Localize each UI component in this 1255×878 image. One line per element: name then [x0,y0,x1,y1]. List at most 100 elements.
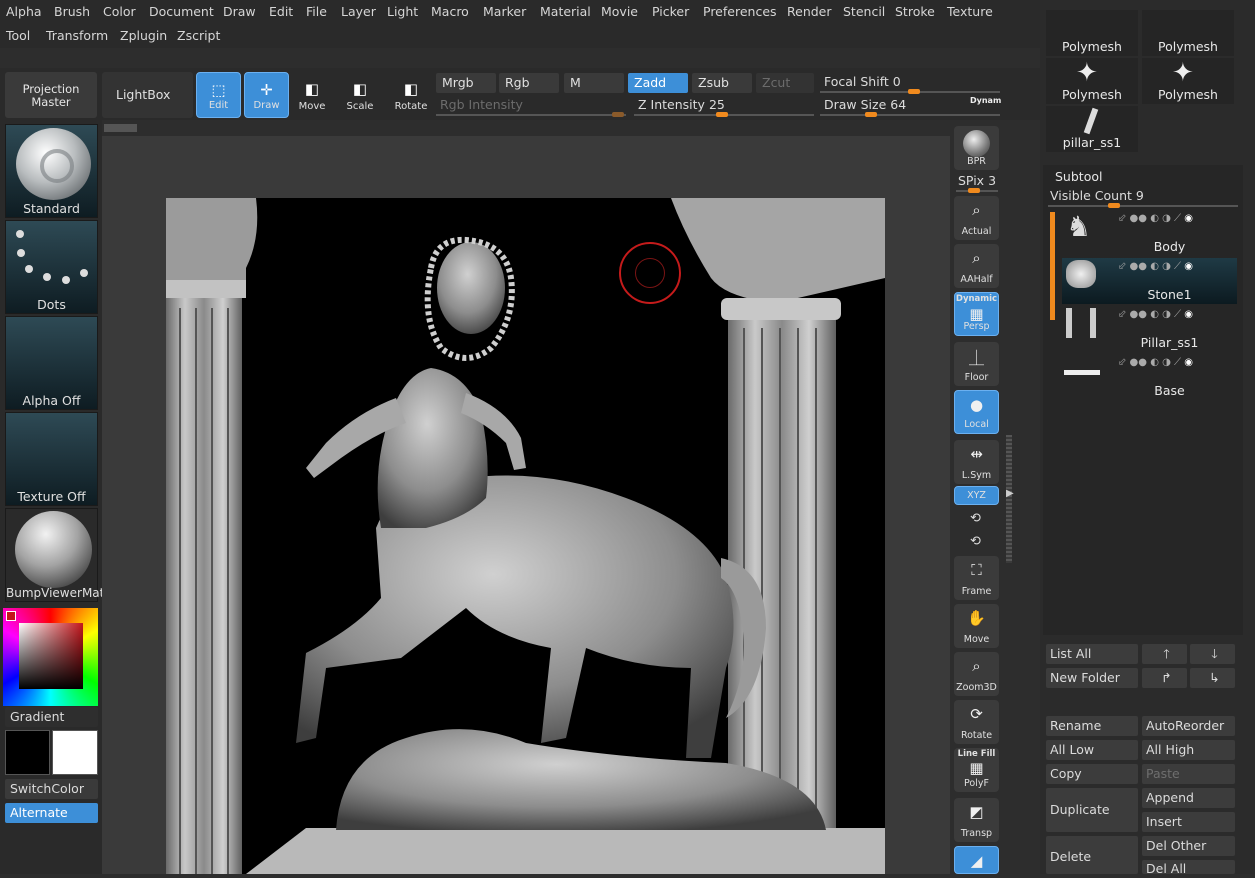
local-button[interactable]: ● Local [954,390,999,434]
subtool-item-stone[interactable]: ⬃ ●● ◐ ◑ ⟋ ◉ Stone1 [1062,258,1237,304]
zsub-button[interactable]: Zsub [692,73,752,93]
tool-polymesh-2[interactable]: Polymesh [1142,10,1234,56]
draw-size-track[interactable] [820,114,1000,116]
menu-preferences[interactable]: Preferences [703,1,777,23]
draw-size-knob[interactable] [865,112,877,117]
main-color-swatch[interactable] [5,730,50,775]
gradient-button[interactable]: Gradient [5,707,98,727]
menu-stroke[interactable]: Stroke [895,1,935,23]
menu-tool[interactable]: Tool [6,25,30,47]
menu-marker[interactable]: Marker [483,1,526,23]
strip-scrollbar[interactable] [1006,435,1012,563]
menu-color[interactable]: Color [103,1,136,23]
all-high-button[interactable]: All High [1142,740,1235,760]
switch-color-button[interactable]: SwitchColor [5,779,98,799]
canvas-move-button[interactable]: ✋ Move [954,604,999,648]
menu-alpha[interactable]: Alpha [6,1,42,23]
menu-draw[interactable]: Draw [223,1,256,23]
new-folder-button[interactable]: New Folder [1046,668,1138,688]
menu-render[interactable]: Render [787,1,832,23]
floor-button[interactable]: ⏊ Floor [954,342,999,386]
menu-brush[interactable]: Brush [54,1,90,23]
move-up-button[interactable]: 🡑 [1142,644,1187,664]
move-button[interactable]: ◧ Move [292,72,332,118]
menu-zscript[interactable]: Zscript [177,25,220,47]
rgb-intensity-track[interactable] [436,114,626,116]
ghost-button[interactable]: ◢ [954,846,999,874]
del-other-button[interactable]: Del Other [1142,836,1235,856]
canvas-scroll-handle[interactable] [104,124,137,132]
frame-button[interactable]: ⛶ Frame [954,556,999,600]
spix-knob[interactable] [968,188,980,193]
lightbox-button[interactable]: LightBox [102,72,193,118]
delete-button[interactable]: Delete [1046,836,1138,874]
z-intensity-knob[interactable] [716,112,728,117]
dynamic-toggle[interactable]: Dynam [970,96,1001,105]
menu-layer[interactable]: Layer [341,1,376,23]
visible-count-knob[interactable] [1108,203,1120,208]
zcut-button[interactable]: Zcut [756,73,814,93]
polyf-button[interactable]: Line Fill ▦ PolyF [954,748,999,792]
autoreorder-button[interactable]: AutoReorder [1142,716,1235,736]
menu-document[interactable]: Document [149,1,214,23]
texture-selector[interactable]: Texture Off [5,412,98,506]
menu-light[interactable]: Light [387,1,418,23]
del-all-button[interactable]: Del All [1142,860,1235,874]
alpha-selector[interactable]: Alpha Off [5,316,98,410]
list-all-button[interactable]: List All [1046,644,1138,664]
lsym-button[interactable]: ⇹ L.Sym [954,440,999,484]
tool-polymesh-4[interactable]: ✦ Polymesh [1142,58,1234,104]
subtool-toggles[interactable]: ⬃ ●● ◐ ◑ ⟋ ◉ [1118,357,1193,368]
transp-button[interactable]: ◩ Transp [954,798,999,842]
zadd-button[interactable]: Zadd [628,73,688,93]
subtool-toggles[interactable]: ⬃ ●● ◐ ◑ ⟋ ◉ [1118,261,1193,272]
menu-transform[interactable]: Transform [46,25,108,47]
menu-macro[interactable]: Macro [431,1,469,23]
alternate-button[interactable]: Alternate [5,803,98,823]
focal-shift-knob[interactable] [908,89,920,94]
draw-button[interactable]: ✛ Draw [244,72,289,118]
rotate-button[interactable]: ◧ Rotate [390,72,432,118]
m-button[interactable]: M [564,73,624,93]
move-down-button[interactable]: 🡓 [1190,644,1235,664]
subtool-item-pillar[interactable]: ⬃ ●● ◐ ◑ ⟋ ◉ Pillar_ss1 [1062,306,1237,352]
secondary-color-swatch[interactable] [52,730,98,775]
menu-edit[interactable]: Edit [269,1,293,23]
tool-polymesh-3[interactable]: ✦ Polymesh [1046,58,1138,104]
rgb-intensity-knob[interactable] [612,112,624,117]
menu-movie[interactable]: Movie [601,1,638,23]
menu-texture[interactable]: Texture [947,1,993,23]
paste-button[interactable]: Paste [1142,764,1235,784]
bpr-button[interactable]: BPR [954,126,999,170]
subtool-toggles[interactable]: ⬃ ●● ◐ ◑ ⟋ ◉ [1118,213,1193,224]
menu-zplugin[interactable]: Zplugin [120,25,167,47]
canvas-rotate-button[interactable]: ⟳ Rotate [954,700,999,744]
document-viewport[interactable] [166,198,885,874]
subtool-title[interactable]: Subtool [1055,169,1102,184]
subtool-scrollbar[interactable] [1050,212,1055,320]
menu-material[interactable]: Material [540,1,591,23]
rotate-z-icon[interactable]: ⟲ [970,534,981,549]
menu-stencil[interactable]: Stencil [843,1,885,23]
all-low-button[interactable]: All Low [1046,740,1138,760]
projection-master-button[interactable]: Projection Master [5,72,97,118]
rgb-button[interactable]: Rgb [499,73,559,93]
subtool-item-base[interactable]: ⬃ ●● ◐ ◑ ⟋ ◉ Base [1062,354,1237,400]
zoom3d-button[interactable]: ⌕ Zoom3D [954,652,999,696]
subtool-item-body[interactable]: ♞ ⬃ ●● ◐ ◑ ⟋ ◉ Body [1062,210,1237,256]
rotate-y-icon[interactable]: ⟲ [970,511,981,526]
menu-file[interactable]: File [306,1,327,23]
visible-count-track[interactable] [1048,205,1238,207]
edit-button[interactable]: ⬚ Edit [196,72,241,118]
duplicate-button[interactable]: Duplicate [1046,788,1138,832]
move-out-folder-button[interactable]: ↳ [1190,668,1235,688]
append-button[interactable]: Append [1142,788,1235,808]
collapse-arrow-icon[interactable]: ▶ [1006,488,1014,499]
xyz-button[interactable]: XYZ [954,486,999,505]
aahalf-button[interactable]: ⌕ AAHalf [954,244,999,288]
tool-pillar[interactable]: pillar_ss1 [1046,106,1138,152]
persp-button[interactable]: Dynamic ▦ Persp [954,292,999,336]
brush-selector[interactable]: Standard [5,124,98,218]
actual-button[interactable]: ⌕ Actual [954,196,999,240]
stroke-selector[interactable]: Dots [5,220,98,314]
